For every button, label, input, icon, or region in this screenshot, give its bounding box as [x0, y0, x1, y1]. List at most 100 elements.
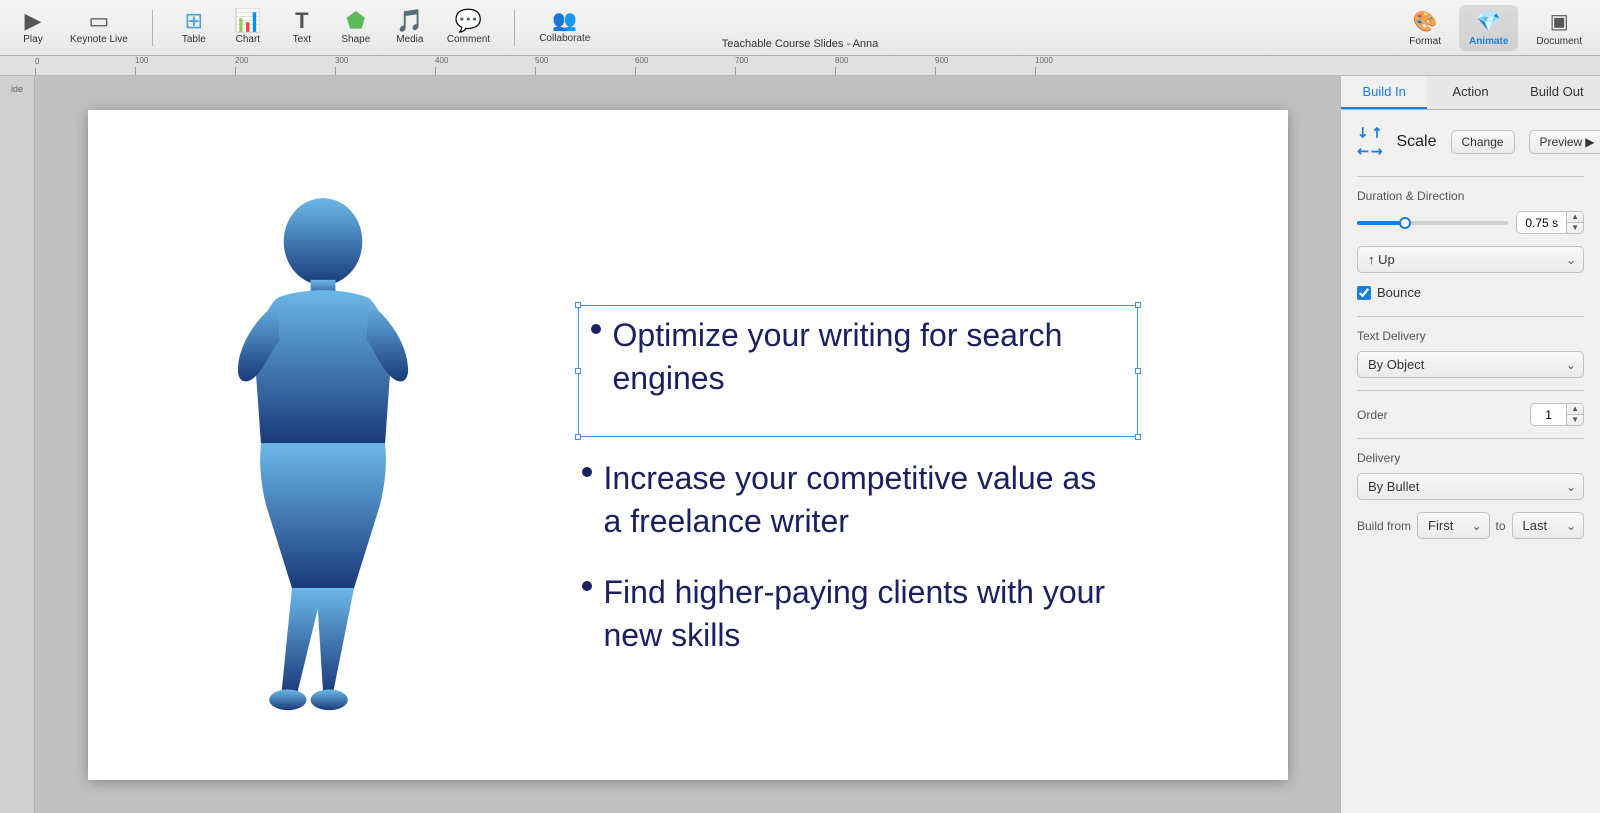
canvas-area[interactable]: Optimize your writing for search engines… — [35, 76, 1340, 813]
resize-handle-mr[interactable] — [1135, 368, 1141, 374]
build-from-row: Build from First Last to Last First — [1357, 512, 1584, 539]
chart-label: Chart — [236, 34, 260, 45]
document-button[interactable]: ▣ Document — [1526, 5, 1592, 51]
bullet-item-3[interactable]: Find higher-paying clients with your new… — [578, 571, 1138, 657]
order-value-box: 1 ▲ ▼ — [1530, 403, 1584, 426]
chart-button[interactable]: 📊 Chart — [223, 6, 273, 49]
panel-divider-4 — [1357, 438, 1584, 439]
media-label: Media — [396, 34, 423, 45]
delivery-select[interactable]: By Bullet By Object All at Once — [1357, 473, 1584, 500]
panel-divider-3 — [1357, 390, 1584, 391]
keynote-live-button[interactable]: ▭ Keynote Live — [62, 6, 136, 49]
play-label: Play — [23, 34, 42, 45]
delivery-row: Delivery By Bullet By Object All at Once — [1357, 451, 1584, 500]
bounce-row: Bounce — [1357, 285, 1584, 300]
duration-slider-thumb[interactable] — [1399, 217, 1411, 229]
tab-action[interactable]: Action — [1427, 76, 1513, 109]
preview-button[interactable]: Preview ▶ — [1529, 130, 1600, 154]
title-bar: Teachable Course Slides - Anna — [722, 0, 879, 56]
duration-increment[interactable]: ▲ — [1567, 212, 1583, 223]
delivery-dropdown-wrapper: By Bullet By Object All at Once — [1357, 473, 1584, 500]
keynote-live-label: Keynote Live — [70, 34, 128, 45]
ruler: 0 100 200 300 400 500 600 700 800 900 10… — [0, 56, 1600, 76]
order-row: Order 1 ▲ ▼ — [1357, 403, 1584, 426]
duration-slider-fill — [1357, 221, 1402, 225]
bullet-text-2: Increase your competitive value as a fre… — [604, 457, 1120, 543]
ruler-tick-200: 200 — [235, 56, 248, 65]
insert-group: ⊞ Table 📊 Chart T Text ⬟ Shape 🎵 Media 💬 — [169, 6, 498, 49]
bullet-text-1: Optimize your writing for search engines — [613, 314, 1119, 400]
duration-value: 0.75 s — [1517, 213, 1566, 233]
bullet-text-3: Find higher-paying clients with your new… — [604, 571, 1120, 657]
text-delivery-wrapper: By Object By Bullet By Word By Character — [1357, 351, 1584, 378]
resize-handle-tl[interactable] — [575, 302, 581, 308]
direction-dropdown-row: ↑ Up ↓ Down ← Left → Right — [1357, 246, 1584, 273]
toolbar-right: 🎨 Format 💎 Animate ▣ Document — [1399, 5, 1592, 51]
order-decrement[interactable]: ▼ — [1567, 415, 1583, 425]
preview-arrow-icon: ▶ — [1585, 135, 1594, 149]
text-delivery-label: Text Delivery — [1357, 329, 1584, 343]
app-title: Teachable Course Slides - Anna — [722, 38, 879, 50]
direction-select[interactable]: ↑ Up ↓ Down ← Left → Right — [1357, 246, 1584, 273]
resize-handle-bl[interactable] — [575, 434, 581, 440]
media-button[interactable]: 🎵 Media — [385, 6, 435, 49]
document-label: Document — [1536, 36, 1582, 47]
bullet-item-2[interactable]: Increase your competitive value as a fre… — [578, 457, 1138, 543]
duration-slider-track[interactable] — [1357, 221, 1508, 225]
shape-button[interactable]: ⬟ Shape — [331, 6, 381, 49]
format-button[interactable]: 🎨 Format — [1399, 5, 1451, 51]
media-icon: 🎵 — [396, 10, 423, 32]
bullet-item-1: Optimize your writing for search engines — [591, 314, 1119, 400]
preview-label: Preview — [1540, 135, 1583, 149]
play-button[interactable]: ▶ Play — [8, 6, 58, 49]
resize-handle-ml[interactable] — [575, 368, 581, 374]
shape-label: Shape — [341, 34, 370, 45]
build-to-select[interactable]: Last First — [1512, 512, 1584, 539]
resize-handle-tr[interactable] — [1135, 302, 1141, 308]
animate-icon: 💎 — [1476, 9, 1501, 34]
slide-canvas[interactable]: Optimize your writing for search engines… — [88, 110, 1288, 780]
duration-stepper: ▲ ▼ — [1566, 212, 1583, 233]
bullet-dot-1 — [591, 324, 601, 334]
play-icon: ▶ — [25, 10, 42, 32]
bullet-item-selected[interactable]: Optimize your writing for search engines — [578, 305, 1138, 437]
duration-value-box: 0.75 s ▲ ▼ — [1516, 211, 1584, 234]
animate-label: Animate — [1469, 36, 1508, 47]
table-label: Table — [182, 34, 206, 45]
shape-icon: ⬟ — [346, 10, 365, 32]
playback-group: ▶ Play ▭ Keynote Live — [8, 6, 136, 49]
panel-content: ↗ ↗ ↗ ↗ Scale Change Preview ▶ Duration … — [1341, 110, 1600, 813]
change-button[interactable]: Change — [1451, 130, 1515, 154]
ruler-tick-700: 700 — [735, 56, 748, 65]
comment-label: Comment — [447, 34, 490, 45]
resize-handle-br[interactable] — [1135, 434, 1141, 440]
ruler-tick-400: 400 — [435, 56, 448, 65]
tab-build-in[interactable]: Build In — [1341, 76, 1427, 109]
direction-dropdown-wrapper: ↑ Up ↓ Down ← Left → Right — [1357, 246, 1584, 273]
ruler-tick-500: 500 — [535, 56, 548, 65]
duration-direction-label: Duration & Direction — [1357, 189, 1584, 203]
duration-decrement[interactable]: ▼ — [1567, 223, 1583, 233]
bounce-label[interactable]: Bounce — [1377, 285, 1421, 300]
order-increment[interactable]: ▲ — [1567, 404, 1583, 415]
text-button[interactable]: T Text — [277, 6, 327, 49]
ruler-tick-1000: 1000 — [1035, 56, 1053, 65]
build-from-dropdown-wrapper: First Last — [1417, 512, 1489, 539]
scale-icon-box: ↗ ↗ ↗ ↗ — [1357, 124, 1382, 160]
bullet-container[interactable]: Optimize your writing for search engines… — [578, 305, 1138, 686]
build-from-select[interactable]: First Last — [1417, 512, 1489, 539]
ruler-inner: 0 100 200 300 400 500 600 700 800 900 10… — [35, 56, 1600, 75]
comment-icon: 💬 — [455, 10, 482, 32]
animate-button[interactable]: 💎 Animate — [1459, 5, 1518, 51]
ruler-tick-900: 900 — [935, 56, 948, 65]
slide-panel: ide — [0, 76, 35, 813]
text-delivery-select[interactable]: By Object By Bullet By Word By Character — [1357, 351, 1584, 378]
collaborate-button[interactable]: 👥 Collaborate — [531, 7, 598, 48]
duration-row: 0.75 s ▲ ▼ — [1357, 211, 1584, 234]
table-button[interactable]: ⊞ Table — [169, 6, 219, 49]
bullet-dot-3 — [582, 581, 592, 591]
comment-button[interactable]: 💬 Comment — [439, 6, 498, 49]
order-value: 1 — [1531, 405, 1566, 425]
tab-build-out[interactable]: Build Out — [1514, 76, 1600, 109]
bounce-checkbox[interactable] — [1357, 286, 1371, 300]
